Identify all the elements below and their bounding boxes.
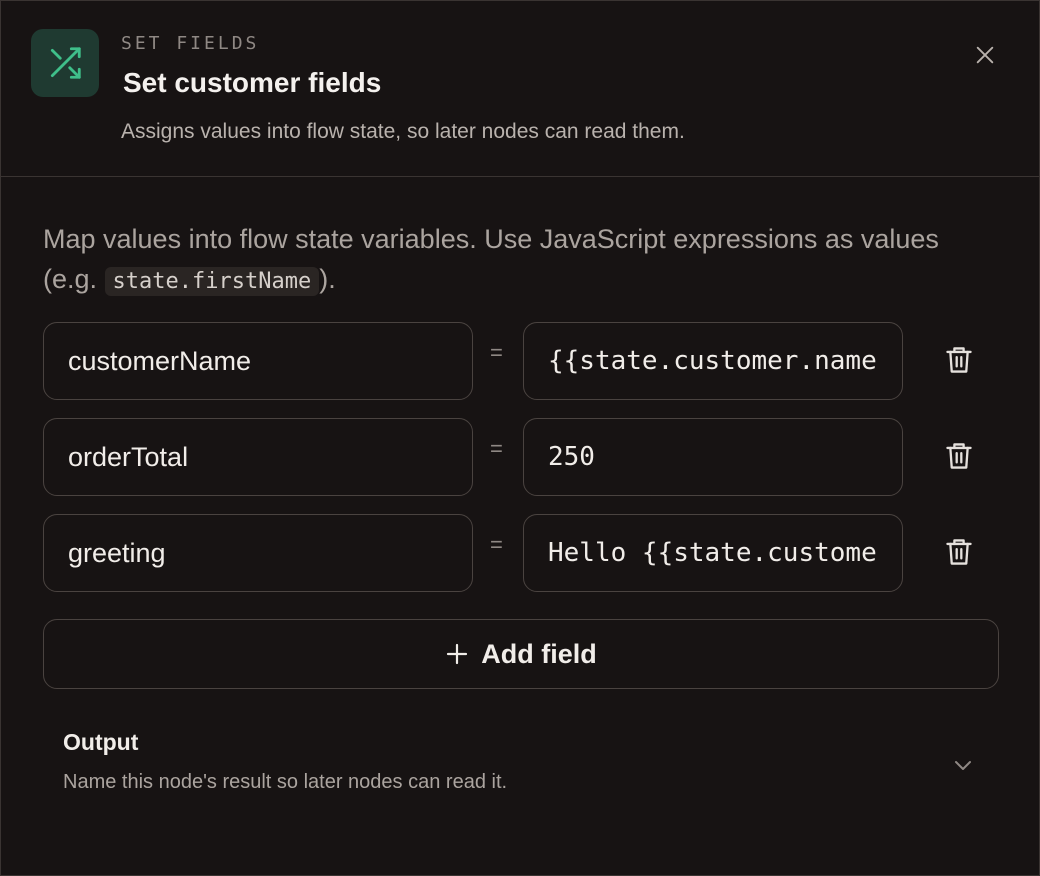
add-field-button[interactable]: Add field <box>43 619 999 689</box>
code-example: state.firstName <box>104 267 320 296</box>
equals-separator: = <box>490 532 503 557</box>
field-key-input[interactable] <box>43 418 473 496</box>
field-row: = <box>43 514 1003 594</box>
add-field-label: Add field <box>481 638 597 669</box>
field-value-input[interactable] <box>523 418 903 496</box>
close-button[interactable] <box>967 37 1003 73</box>
chevron-down-icon <box>955 761 971 770</box>
node-title: Set customer fields <box>123 67 382 98</box>
output-section-toggle[interactable]: Output Name this node's result so later … <box>63 729 983 809</box>
panel-header: SET FIELDS Set customer fields Assigns v… <box>1 1 1039 177</box>
close-icon <box>976 46 994 64</box>
field-value-input[interactable] <box>523 514 903 592</box>
field-value-input[interactable] <box>523 322 903 400</box>
node-subtitle: Assigns values into flow state, so later… <box>121 120 685 143</box>
delete-field-button[interactable] <box>939 532 979 572</box>
output-title: Output <box>63 729 139 755</box>
delete-field-button[interactable] <box>939 340 979 380</box>
field-row: = <box>43 418 1003 498</box>
field-row: = <box>43 322 1003 402</box>
trash-icon <box>946 539 972 565</box>
set-fields-panel: SET FIELDS Set customer fields Assigns v… <box>0 0 1040 876</box>
equals-separator: = <box>490 436 503 461</box>
trash-icon <box>946 347 972 373</box>
field-key-input[interactable] <box>43 322 473 400</box>
plus-icon <box>447 643 468 665</box>
node-type-icon-tile <box>31 29 99 97</box>
output-description: Name this node's result so later nodes c… <box>63 771 508 793</box>
node-type-label: SET FIELDS <box>121 33 260 54</box>
equals-separator: = <box>490 340 503 365</box>
shuffle-icon <box>50 47 81 79</box>
field-key-input[interactable] <box>43 514 473 592</box>
description-text-after: ). <box>319 264 336 294</box>
trash-icon <box>946 443 972 469</box>
mapping-description: Map values into flow state variables. Us… <box>43 219 983 302</box>
delete-field-button[interactable] <box>939 436 979 476</box>
